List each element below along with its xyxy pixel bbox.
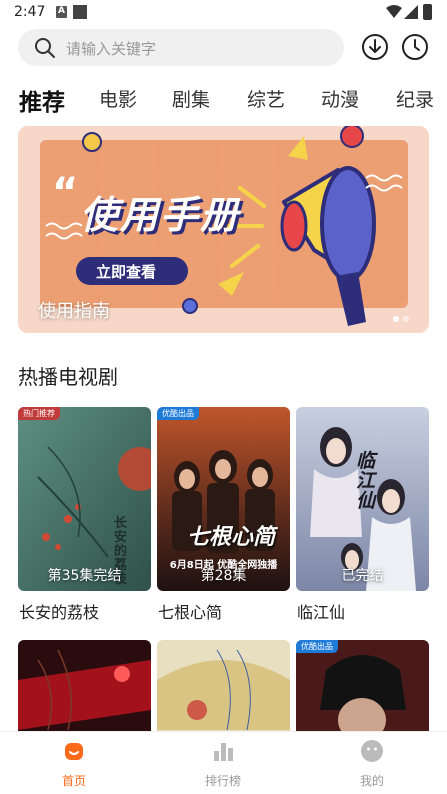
banner-button[interactable]: 立即查看 xyxy=(96,261,156,282)
search-icon xyxy=(35,38,55,58)
promo-banner[interactable]: “ 使用手册 立即查看 使用指南 xyxy=(18,126,429,333)
nav-label: 排行榜 xyxy=(204,774,241,788)
poster: 临江仙 已完结 xyxy=(296,407,429,591)
history-icon[interactable] xyxy=(401,33,429,61)
ranking-icon xyxy=(214,743,233,761)
nav-item-profile[interactable]: 我的 xyxy=(322,732,422,794)
banner-caption: 使用指南 xyxy=(38,301,110,322)
nav-label: 首页 xyxy=(61,774,86,788)
status-bar: 2:47 A xyxy=(0,0,447,26)
category-tabs: 推荐 电影 剧集 综艺 动漫 纪录 xyxy=(0,80,447,120)
status-time: 2:47 xyxy=(14,4,46,20)
home-icon xyxy=(65,743,83,760)
tab-recommend[interactable]: 推荐 xyxy=(19,83,65,117)
poster-badge: 优酷出品 xyxy=(157,407,199,420)
poster-title: 临江仙 xyxy=(356,450,376,512)
poster: 长安的荔枝 热门推荐 第35集完结 xyxy=(18,407,151,591)
episode-label: 已完结 xyxy=(341,568,384,584)
poster-badge: 热门推荐 xyxy=(18,407,60,420)
tab-movies[interactable]: 电影 xyxy=(99,85,137,112)
pagination-dot xyxy=(403,316,409,322)
tab-variety[interactable]: 综艺 xyxy=(247,85,285,112)
pagination-dot-active xyxy=(393,316,399,322)
nav-item-ranking[interactable]: 排行榜 xyxy=(173,732,273,794)
banner-headline: 使用手册 xyxy=(80,193,241,237)
card-title: 长安的荔枝 xyxy=(19,603,100,622)
download-icon[interactable] xyxy=(361,33,389,61)
notification-square-icon xyxy=(73,5,87,19)
notification-app-icon: A xyxy=(56,6,67,18)
poster-badge: 优酷出品 xyxy=(296,640,338,653)
signal-icon xyxy=(404,5,418,19)
banner-pagination xyxy=(389,307,409,326)
poster: 七根心简 6月8日起 优酷全网独播 优酷出品 第28集 xyxy=(157,407,290,591)
episode-label: 第28集 xyxy=(200,568,247,584)
card-title: 七根心简 xyxy=(158,603,223,622)
card-title: 临江仙 xyxy=(297,603,346,622)
episode-label: 第35集完结 xyxy=(47,568,122,584)
bottom-nav: 首页 排行榜 我的 xyxy=(0,731,447,794)
tab-anime[interactable]: 动漫 xyxy=(321,85,359,112)
svg-text:“: “ xyxy=(52,170,78,216)
nav-item-home[interactable]: 首页 xyxy=(24,732,124,794)
poster-title: 七根心简 xyxy=(187,525,276,550)
search-placeholder: 请输入关键字 xyxy=(66,40,157,58)
profile-icon xyxy=(361,740,383,762)
tab-documentary[interactable]: 纪录 xyxy=(396,85,434,112)
tab-series[interactable]: 剧集 xyxy=(172,85,210,112)
wifi-icon xyxy=(386,5,402,18)
search-input[interactable]: 请输入关键字 xyxy=(18,29,344,66)
nav-label: 我的 xyxy=(359,774,384,788)
battery-icon xyxy=(423,4,432,20)
section-title: 热播电视剧 xyxy=(18,365,118,389)
